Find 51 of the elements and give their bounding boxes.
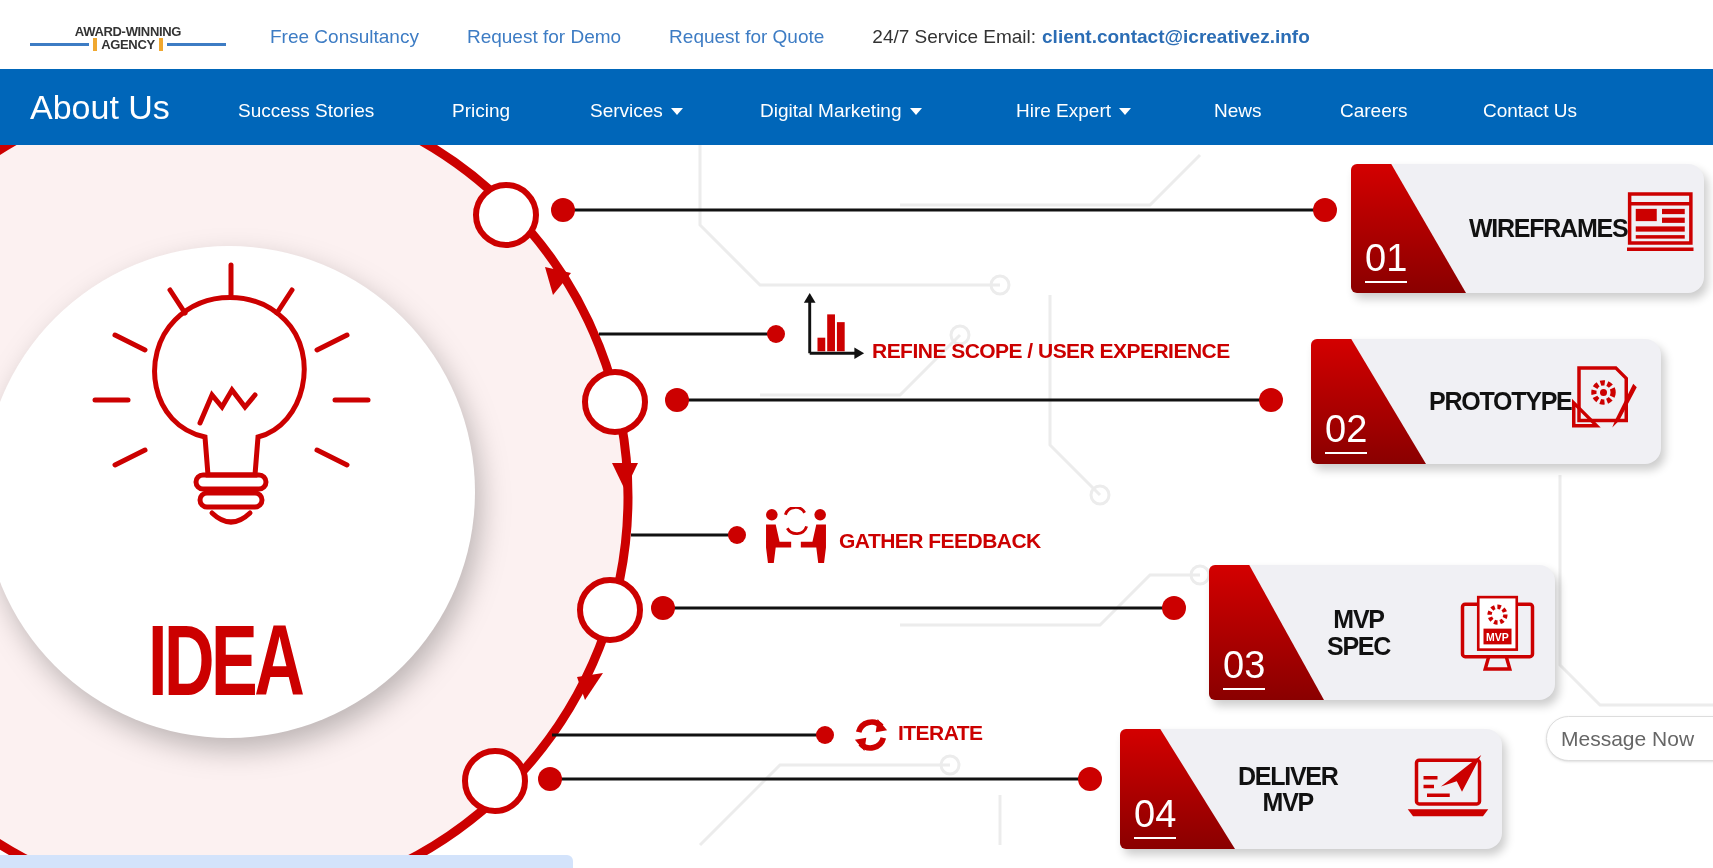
message-now-button[interactable]: Message Now xyxy=(1546,716,1713,761)
step-title: PROTOTYPE xyxy=(1429,388,1572,415)
nav-link[interactable]: Contact Us xyxy=(1483,97,1577,126)
top-link[interactable]: Free Consultancy xyxy=(270,23,419,52)
bar-chart-icon xyxy=(803,293,865,361)
milestone-circle xyxy=(462,748,528,814)
page-title: About Us xyxy=(30,86,170,128)
step-title: DELIVER MVP xyxy=(1238,762,1338,816)
icon-label: MVP xyxy=(1486,630,1509,643)
arrow-icon xyxy=(612,463,638,490)
top-link[interactable]: Request for Quote xyxy=(669,23,825,52)
milestone-circle xyxy=(577,577,643,643)
nav-link[interactable]: Digital Marketing xyxy=(760,97,922,126)
connector-dot xyxy=(665,388,689,412)
connector-dot xyxy=(551,198,575,222)
top-link[interactable]: Request for Demo xyxy=(466,23,622,52)
logo-text: AGENCY xyxy=(93,37,163,51)
step-number: 04 xyxy=(1134,795,1177,839)
connector-dot xyxy=(1162,596,1186,620)
step-note: ITERATE xyxy=(898,722,983,743)
connector-dot xyxy=(651,596,675,620)
milestone-circle xyxy=(473,182,539,248)
arrow-icon xyxy=(545,267,571,295)
step-title: MVP SPEC xyxy=(1327,606,1391,659)
step-note: REFINE SCOPE / USER EXPERIENCE xyxy=(872,340,1230,361)
step-title: WIREFRAMES xyxy=(1469,215,1628,242)
agency-logo[interactable]: AWARD-WINNING AGENCY xyxy=(30,24,226,51)
step-number: 03 xyxy=(1223,646,1266,690)
connector-dot xyxy=(728,526,746,544)
connector-dot xyxy=(538,767,562,791)
step-note: GATHER FEEDBACK xyxy=(839,530,1041,551)
nav-link[interactable]: News xyxy=(1214,97,1262,126)
email-label: 24/7 Service Email: xyxy=(872,25,1037,50)
logo-text: AWARD-WINNING xyxy=(74,24,182,38)
light-bulb-icon xyxy=(92,262,371,525)
milestone-circle xyxy=(582,369,648,435)
connector-dot xyxy=(1313,198,1337,222)
connector-dot xyxy=(1259,388,1283,412)
step-number: 01 xyxy=(1365,239,1408,283)
nav-link[interactable]: Success Stories xyxy=(238,97,375,126)
step-number: 02 xyxy=(1325,410,1368,454)
nav-link[interactable]: Services xyxy=(590,97,683,126)
nav-link[interactable]: Careers xyxy=(1340,97,1408,126)
connector-dot xyxy=(816,726,834,744)
email-link[interactable]: client.contact@icreativez.info xyxy=(1042,23,1310,52)
nav-link[interactable]: Pricing xyxy=(452,97,511,126)
connector-dot xyxy=(767,325,785,343)
connector-dot xyxy=(1078,767,1102,791)
nav-link[interactable]: Hire Expert xyxy=(1016,97,1132,126)
arrow-icon xyxy=(577,673,603,700)
idea-label: IDEA xyxy=(148,610,302,710)
